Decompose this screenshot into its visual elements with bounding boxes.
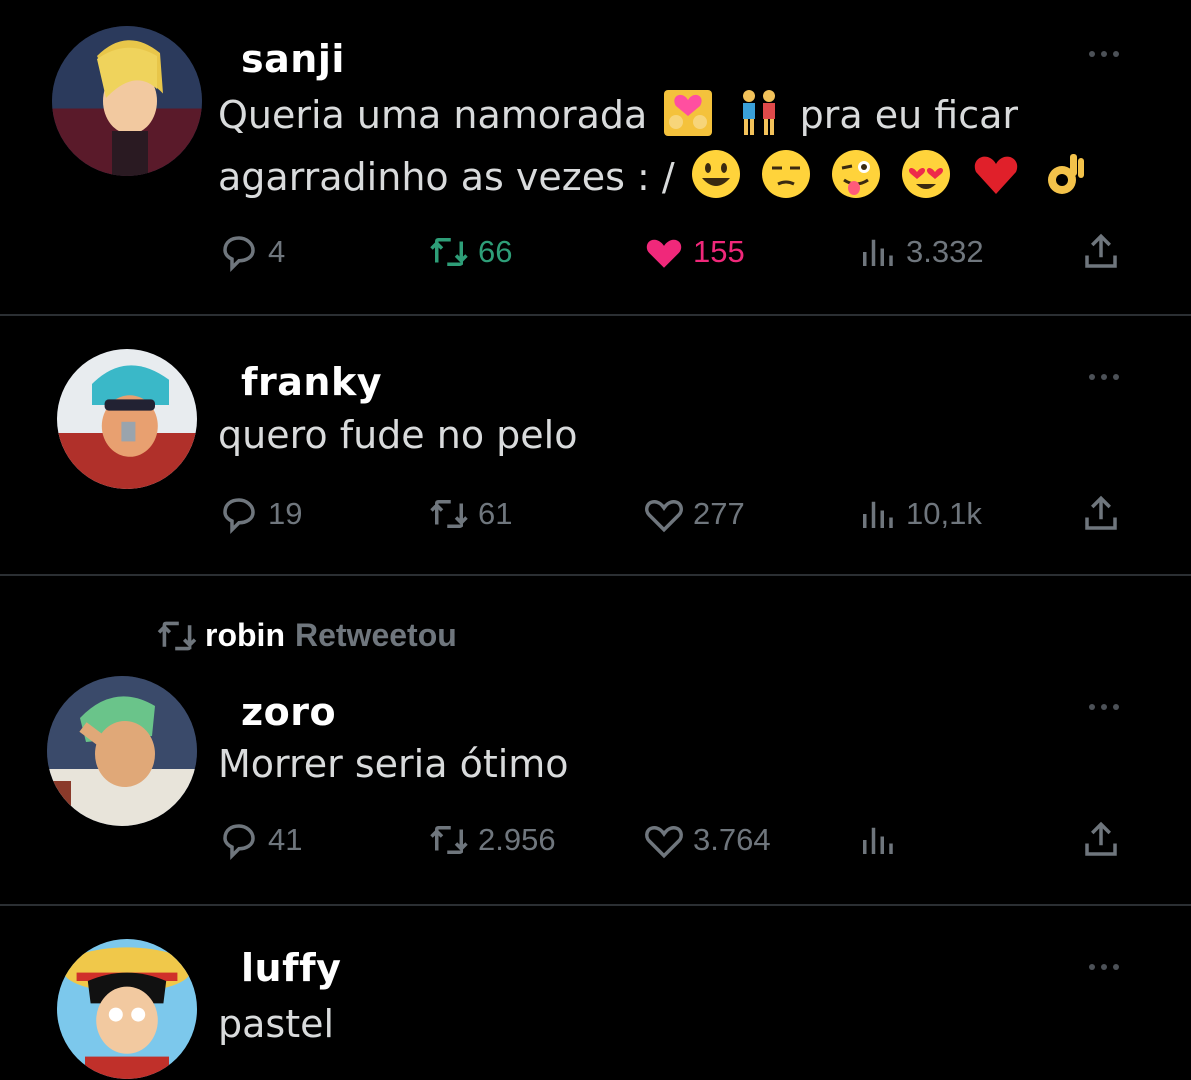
username[interactable]: zoro [241,690,336,734]
avatar[interactable] [52,26,202,176]
views-icon [863,239,893,266]
avatar[interactable] [57,939,197,1079]
action-bar: 4 66 155 3.332 [218,230,1138,274]
views-icon [863,501,893,528]
share-icon [1085,821,1117,856]
like-count: 155 [693,234,745,269]
reply-button[interactable]: 4 [218,230,285,274]
smiley-icon [691,150,740,198]
retweet-button[interactable]: 66 [428,230,512,274]
retweet-button[interactable]: 2.956 [428,818,556,862]
holding-hands-icon [742,90,775,135]
like-count: 277 [693,496,745,531]
retweet-count: 61 [478,496,513,531]
reply-icon [223,498,255,534]
tweet-text-line2: agarradinho as vezes : / [218,155,675,199]
like-button[interactable]: 3.764 [643,818,771,862]
tweet-text-line1: Queria uma namorada [218,93,648,137]
reply-icon [223,824,255,860]
avatar[interactable] [47,676,197,826]
red-heart-icon [974,156,1018,194]
reply-icon [223,236,255,272]
winking-tongue-icon [831,150,880,198]
view-count: 10,1k [906,496,982,531]
views-button[interactable] [856,818,906,862]
share-button[interactable] [1080,818,1130,862]
like-count: 3.764 [693,822,771,857]
share-button[interactable] [1080,492,1130,536]
share-button[interactable] [1080,230,1130,274]
share-icon [1085,495,1117,530]
couple-with-heart-icon [664,90,713,136]
ok-hand-icon [1048,154,1085,194]
more-icon[interactable] [1089,42,1131,57]
retweet-button[interactable]: 61 [428,492,512,536]
tweet-text: quero fude no pelo [218,413,578,457]
tweet-sanji[interactable]: sanji Queria uma namorada pra eu ficar a… [0,0,1191,315]
avatar[interactable] [57,349,197,489]
like-button[interactable]: 155 [643,230,745,274]
views-button[interactable]: 3.332 [856,230,984,274]
tweet-text: Morrer seria ótimo [218,742,569,786]
tweet-zoro[interactable]: zoro Morrer seria ótimo 41 2.956 3.764 [0,676,1191,904]
like-button[interactable]: 277 [643,492,745,536]
view-count: 3.332 [906,234,984,269]
action-bar: 19 61 277 10,1k [218,492,1138,536]
divider [0,574,1191,576]
tweet-text: Queria uma namorada pra eu ficar agarrad… [218,84,1118,208]
retweet-icon [430,500,468,528]
retweet-count: 66 [478,234,513,269]
tweet-luffy[interactable]: luffy pastel [0,906,1191,1080]
views-icon [863,827,893,854]
retweet-indicator[interactable]: robin Retweetou [155,617,457,654]
retweet-icon [430,826,468,854]
retweeter-name[interactable]: robin [205,617,285,654]
username[interactable]: sanji [241,37,345,81]
retweet-verb: Retweetou [294,617,457,653]
heart-eyes-icon [902,150,951,198]
more-icon[interactable] [1089,365,1131,380]
views-button[interactable]: 10,1k [856,492,982,536]
retweet-icon [430,238,468,266]
reply-count: 19 [268,496,303,531]
action-bar: 41 2.956 3.764 [218,818,1138,862]
username[interactable]: luffy [241,946,341,990]
more-icon[interactable] [1089,695,1131,710]
like-icon [645,499,683,533]
retweet-count: 2.956 [478,822,556,857]
reply-button[interactable]: 19 [218,492,302,536]
retweet-icon [157,621,197,650]
unamused-icon [761,150,810,198]
reply-count: 41 [268,822,303,857]
username[interactable]: franky [241,360,382,404]
share-icon [1085,233,1117,268]
reply-button[interactable]: 41 [218,818,302,862]
tweet-text: pastel [218,1002,335,1046]
tweet-text-mid: pra eu ficar [799,93,1019,137]
like-icon [646,239,682,268]
reply-count: 4 [268,234,286,269]
more-icon[interactable] [1089,955,1131,970]
like-icon [645,825,683,859]
tweet-franky[interactable]: franky quero fude no pelo 19 61 277 10,1… [0,316,1191,574]
